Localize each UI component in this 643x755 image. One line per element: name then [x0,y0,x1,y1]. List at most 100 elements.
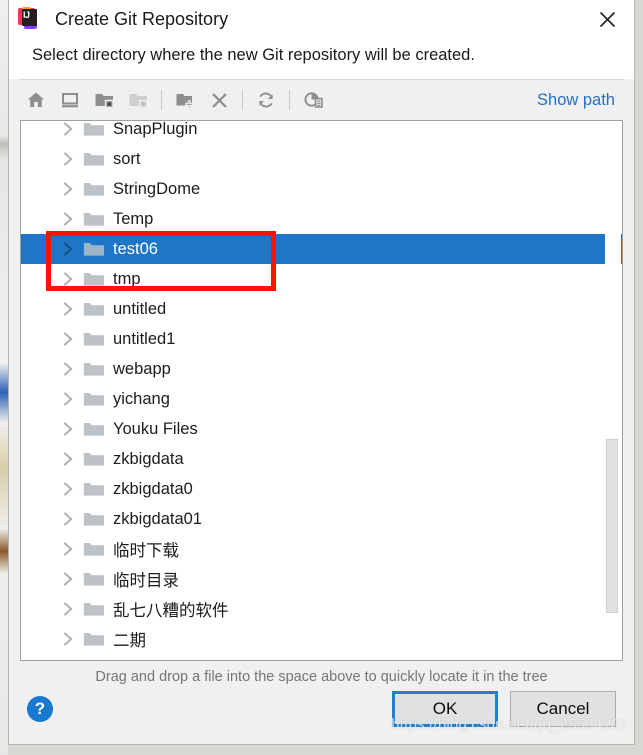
chevron-right-icon[interactable] [59,242,77,256]
chevron-right-icon[interactable] [59,602,77,616]
module-folder-icon [121,85,155,115]
tree-row-label: StringDome [113,179,201,198]
chevron-right-icon[interactable] [59,392,77,406]
chevron-right-icon[interactable] [59,122,77,136]
tree-row[interactable]: zkbigdata0 [21,474,622,504]
tree-row[interactable]: SnapPlugin [21,120,622,144]
tree-row[interactable]: untitled1 [21,324,622,354]
folder-icon [83,331,107,347]
chevron-right-icon[interactable] [59,152,77,166]
tree-scrollbar-track[interactable] [605,122,621,659]
folder-icon [83,481,107,497]
dialog-button-bar: ? OK Cancel [9,686,634,732]
chevron-right-icon[interactable] [59,332,77,346]
tree-row-label: yichang [113,389,170,408]
tree-row-label: SnapPlugin [113,120,198,138]
tree-row-label: 乱七八糟的软件 [113,602,229,620]
dialog-description: Select directory where the new Git repos… [32,46,475,64]
directory-tree[interactable]: SnapPlugin sort StringDome Temp test06 tmp unt… [20,120,623,661]
tree-row-label: zkbigdata0 [113,479,193,498]
tree-row-label: untitled1 [113,329,176,348]
folder-icon [83,211,107,227]
delete-icon[interactable] [202,85,236,115]
toolbar-separator [161,90,162,110]
drag-drop-hint: Drag and drop a file into the space abov… [95,669,548,685]
tree-row[interactable]: 乱七八糟的软件 [21,594,622,624]
new-folder-icon[interactable] [168,85,202,115]
folder-icon [83,361,107,377]
chevron-right-icon[interactable] [59,422,77,436]
tree-row[interactable]: untitled [21,294,622,324]
chevron-right-icon[interactable] [59,452,77,466]
folder-icon [83,601,107,617]
tree-row[interactable]: 二期 [21,624,622,654]
tree-row-label: tmp [113,269,141,288]
tree-row-label: 临时目录 [113,572,179,590]
refresh-icon[interactable] [249,85,283,115]
folder-icon [83,451,107,467]
tree-row[interactable]: zkbigdata [21,444,622,474]
chevron-right-icon[interactable] [59,302,77,316]
tree-row[interactable]: StringDome [21,174,622,204]
tree-row-label: Temp [113,209,154,228]
folder-icon [83,241,107,257]
toolbar-separator [289,90,290,110]
tree-row[interactable]: webapp [21,354,622,384]
tree-scrollbar-thumb[interactable] [606,439,618,613]
tree-row[interactable]: yichang [21,384,622,414]
chevron-right-icon[interactable] [59,182,77,196]
tree-row-label: test06 [113,239,158,258]
chevron-right-icon[interactable] [59,362,77,376]
folder-icon [83,271,107,287]
ok-button[interactable]: OK [392,691,498,727]
folder-icon [83,301,107,317]
tree-row[interactable]: test06 [21,234,622,264]
folder-icon [83,151,107,167]
folder-icon [83,421,107,437]
tree-row[interactable]: sort [21,144,622,174]
desktop-background-sliver [0,0,8,755]
chevron-right-icon[interactable] [59,272,77,286]
tree-row[interactable]: Youku Files [21,414,622,444]
chevron-right-icon[interactable] [59,572,77,586]
cancel-button[interactable]: Cancel [510,691,616,727]
tree-row-label: zkbigdata [113,449,184,468]
title-bar: IJ Create Git Repository [9,0,634,38]
file-chooser-toolbar: Show path [19,79,624,120]
help-icon[interactable]: ? [27,696,53,722]
tree-row-label: webapp [113,359,171,378]
toolbar-separator [242,90,243,110]
chevron-right-icon[interactable] [59,512,77,526]
tree-row-label: zkbigdata01 [113,509,202,528]
folder-icon [83,181,107,197]
chevron-right-icon[interactable] [59,482,77,496]
chevron-right-icon[interactable] [59,632,77,646]
subtitle-area: Select directory where the new Git repos… [9,38,634,79]
folder-icon [83,571,107,587]
desktop-icon[interactable] [53,85,87,115]
chevron-right-icon[interactable] [59,212,77,226]
tree-row[interactable]: 临时下载 [21,534,622,564]
hide-path-icon[interactable] [296,85,330,115]
close-icon[interactable] [580,0,634,38]
tree-row-label: sort [113,149,141,168]
tree-row-label: untitled [113,299,167,318]
folder-icon [83,631,107,647]
tree-row-label: Youku Files [113,419,198,438]
intellij-idea-icon: IJ [18,7,42,31]
chevron-right-icon[interactable] [59,542,77,556]
show-path-link[interactable]: Show path [537,91,615,110]
tree-row[interactable]: tmp [21,264,622,294]
tree-row-label: 临时下载 [113,542,179,560]
folder-icon [83,511,107,527]
home-icon[interactable] [19,85,53,115]
tree-row[interactable]: Temp [21,204,622,234]
tree-row-label: 二期 [113,632,146,650]
tree-row[interactable]: 临时目录 [21,564,622,594]
tree-row[interactable]: zkbigdata01 [21,504,622,534]
folder-icon [83,391,107,407]
folder-icon [83,121,107,137]
project-folder-icon[interactable] [87,85,121,115]
folder-icon [83,541,107,557]
create-git-repository-dialog: IJ Create Git Repository Select director… [8,0,635,745]
